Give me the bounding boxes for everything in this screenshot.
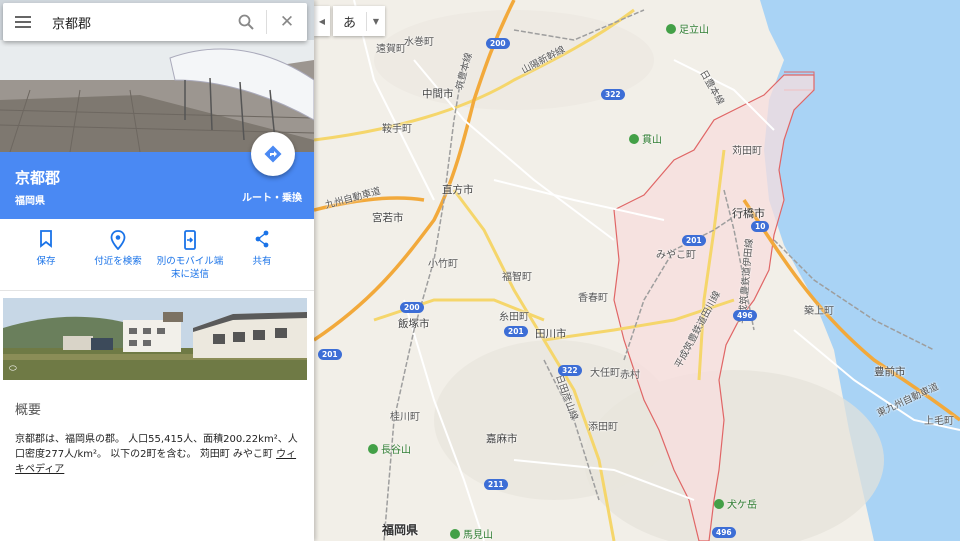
route-shield: 322 <box>601 89 625 100</box>
route-shield: 211 <box>484 479 508 490</box>
place-label: 飯塚市 <box>398 318 430 330</box>
place-label: 鞍手町 <box>382 124 412 135</box>
poi-adachiyama[interactable]: 足立山 <box>666 21 709 36</box>
send-to-phone-icon <box>184 230 196 250</box>
action-bar: 保存 付近を検索 別のモバイル端末に送信 共有 <box>0 219 314 291</box>
share-label: 共有 <box>252 256 272 267</box>
place-label: 築上町 <box>804 306 834 317</box>
directions-icon <box>264 145 282 163</box>
input-language-picker[interactable]: あ ▼ <box>333 6 385 36</box>
place-label: 水巻町 <box>404 37 434 48</box>
map-graphics <box>314 0 960 541</box>
poi-kenmiyama[interactable]: 馬見山 <box>450 526 493 541</box>
place-label: みやこ町 <box>656 250 696 261</box>
save-button[interactable]: 保存 <box>10 219 82 290</box>
about-text: 京都郡は、福岡県の郡。 人口55,415人、面積200.22km²、人口密度27… <box>15 434 298 460</box>
route-shield: 322 <box>558 365 582 376</box>
place-label: 赤村 <box>620 370 640 381</box>
search-icon[interactable] <box>226 3 266 41</box>
about-heading: 概要 <box>15 403 42 418</box>
place-label: 宮若市 <box>372 212 404 224</box>
directions-label[interactable]: ルート・乗換 <box>242 189 302 204</box>
place-label: 糸田町 <box>499 312 529 323</box>
search-nearby-label: 付近を検索 <box>94 256 142 267</box>
route-shield: 201 <box>318 349 342 360</box>
place-label: 添田町 <box>588 422 618 433</box>
share-button[interactable]: 共有 <box>226 219 298 290</box>
collapse-panel-button[interactable]: ◀ <box>314 6 330 36</box>
route-shield: 496 <box>733 310 757 321</box>
place-subtitle: 福岡県 <box>15 196 45 207</box>
menu-icon[interactable] <box>3 3 43 41</box>
route-shield: 200 <box>400 302 424 313</box>
search-input[interactable]: 京都郡 <box>43 13 226 32</box>
place-title: 京都郡 <box>15 169 61 187</box>
street-view-photo[interactable]: ⬭ <box>3 298 307 380</box>
place-label: 上毛町 <box>924 416 954 427</box>
place-panel: 京都郡 ✕ 京都郡 福岡県 ルート・乗換 保存 付近を検索 別のモバイル端末に送… <box>0 0 314 541</box>
place-label: 小竹町 <box>428 259 458 270</box>
panorama-icon: ⬭ <box>9 364 17 374</box>
send-to-phone-label: 別のモバイル端末に送信 <box>156 256 224 280</box>
directions-button[interactable] <box>251 132 295 176</box>
chevron-left-icon: ◀ <box>318 16 326 26</box>
route-shield: 200 <box>486 38 510 49</box>
search-nearby-button[interactable]: 付近を検索 <box>82 219 154 290</box>
place-label: 遠賀町 <box>376 44 406 55</box>
prefecture-label: 福岡県 <box>382 523 419 537</box>
place-label: 豊前市 <box>874 366 906 378</box>
search-box: 京都郡 ✕ <box>3 3 307 41</box>
route-shield: 201 <box>682 235 706 246</box>
route-shield: 10 <box>751 221 770 232</box>
location-pin-icon <box>110 230 126 250</box>
place-label: 田川市 <box>535 328 567 340</box>
close-icon[interactable]: ✕ <box>267 3 307 41</box>
place-label: 苅田町 <box>732 146 762 157</box>
send-to-phone-button[interactable]: 別のモバイル端末に送信 <box>154 219 226 290</box>
poi-nukiyama[interactable]: 貫山 <box>629 131 662 146</box>
bookmark-icon <box>40 230 52 248</box>
poi-inugatake[interactable]: 犬ケ岳 <box>714 496 757 511</box>
share-icon <box>255 230 269 248</box>
place-label: 福智町 <box>502 272 532 283</box>
place-label: 行橋市 <box>732 207 765 220</box>
place-label: 中間市 <box>422 88 454 100</box>
chevron-down-icon: ▼ <box>372 16 380 26</box>
place-label: 大任町 <box>590 368 620 379</box>
save-label: 保存 <box>36 256 56 267</box>
place-label: 直方市 <box>442 184 474 196</box>
about-description: 京都郡は、福岡県の郡。 人口55,415人、面積200.22km²、人口密度27… <box>15 432 299 477</box>
place-label: 香春町 <box>578 293 608 304</box>
place-label: 桂川町 <box>390 412 420 423</box>
route-shield: 201 <box>504 326 528 337</box>
language-value: あ <box>333 11 367 31</box>
route-shield: 496 <box>712 527 736 538</box>
place-label: 嘉麻市 <box>486 433 518 445</box>
poi-haseyama[interactable]: 長谷山 <box>368 441 411 456</box>
map-canvas[interactable]: 足立山 遠賀町 水巻町 中間市 鞍手町 直方市 宮若市 小竹町 福智町 香春町 … <box>314 0 960 541</box>
